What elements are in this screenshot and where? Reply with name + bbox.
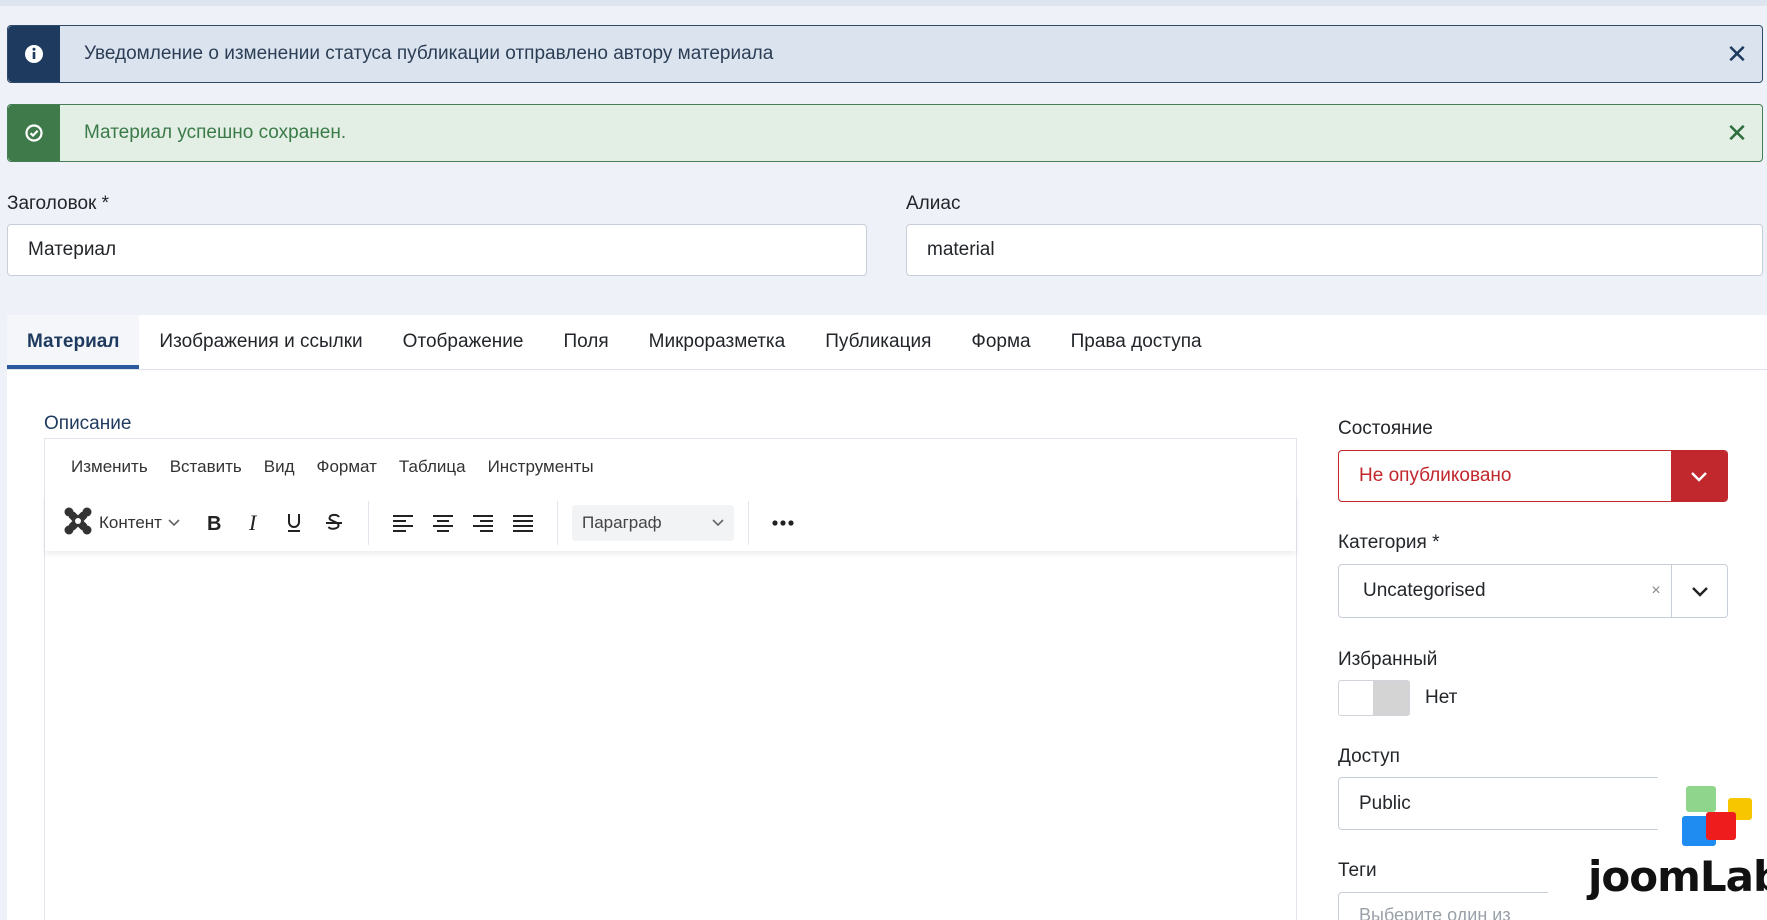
rich-text-editor: Изменить Вставить Вид Формат Таблица Инс…: [44, 438, 1297, 920]
access-label: Доступ: [1338, 746, 1400, 767]
strikethrough-icon[interactable]: [314, 503, 354, 543]
joomla-icon: [63, 506, 93, 541]
svg-text:B: B: [207, 513, 221, 533]
more-icon[interactable]: [763, 503, 803, 543]
align-left-icon[interactable]: [383, 503, 423, 543]
align-center-icon[interactable]: [423, 503, 463, 543]
svg-text:I: I: [248, 513, 258, 533]
toggle-knob: [1373, 681, 1409, 715]
menu-insert[interactable]: Вставить: [170, 457, 242, 477]
toolbar-separator: [556, 501, 558, 545]
editor-menubar: Изменить Вставить Вид Формат Таблица Инс…: [45, 439, 616, 495]
toolbar-separator: [367, 501, 369, 545]
tab-form[interactable]: Форма: [951, 315, 1050, 369]
info-alert-message: Уведомление о изменении статуса публикац…: [84, 43, 774, 64]
tags-input[interactable]: Выберите один из: [1338, 892, 1548, 920]
featured-label: Избранный: [1338, 649, 1438, 670]
logo-square: [1706, 812, 1736, 840]
logo-square: [1686, 786, 1716, 812]
logo-text: joomLab: [1588, 852, 1767, 901]
info-alert-close-button[interactable]: ✕: [1712, 39, 1762, 70]
tab-publishing[interactable]: Публикация: [805, 315, 951, 369]
description-label: Описание: [44, 413, 132, 434]
top-divider: [0, 0, 1767, 6]
menu-view[interactable]: Вид: [264, 457, 295, 477]
tab-display[interactable]: Отображение: [383, 315, 544, 369]
status-select[interactable]: Не опубликовано: [1338, 450, 1728, 502]
paragraph-format-value: Параграф: [581, 513, 662, 532]
info-alert: Уведомление о изменении статуса публикац…: [7, 25, 1763, 83]
tab-article[interactable]: Материал: [7, 315, 140, 369]
content-button[interactable]: Контент: [45, 503, 180, 543]
title-input[interactable]: Материал: [7, 224, 867, 276]
joomlab-watermark: joomLab: [1588, 786, 1767, 906]
success-alert-close-button[interactable]: ✕: [1712, 118, 1762, 149]
alias-input[interactable]: material: [906, 224, 1763, 276]
menu-format[interactable]: Формат: [317, 457, 377, 477]
chevron-down-icon: [712, 519, 724, 527]
status-label: Состояние: [1338, 418, 1433, 439]
align-justify-icon[interactable]: [503, 503, 543, 543]
success-alert: Материал успешно сохранен. ✕: [7, 104, 1763, 162]
tab-schema[interactable]: Микроразметка: [629, 315, 806, 369]
content-button-label: Контент: [99, 513, 162, 532]
italic-icon[interactable]: I: [234, 503, 274, 543]
menu-table[interactable]: Таблица: [399, 457, 466, 477]
underline-icon[interactable]: [274, 503, 314, 543]
access-value: Public: [1359, 792, 1411, 814]
info-icon: [8, 26, 60, 82]
title-label: Заголовок *: [7, 193, 110, 214]
tab-permissions[interactable]: Права доступа: [1051, 315, 1222, 369]
tab-bar: Материал Изображения и ссылки Отображени…: [7, 315, 1767, 370]
menu-tools[interactable]: Инструменты: [488, 457, 594, 477]
category-select[interactable]: Uncategorised ×: [1338, 564, 1728, 618]
status-value: Не опубликовано: [1359, 465, 1512, 486]
chevron-down-icon: [1671, 565, 1727, 617]
check-circle-icon: [8, 105, 60, 161]
editor-toolbar: Контент B I Параграф: [45, 495, 1296, 551]
featured-value: Нет: [1425, 687, 1458, 708]
category-label: Категория *: [1338, 532, 1440, 553]
menu-edit[interactable]: Изменить: [71, 457, 148, 477]
align-right-icon[interactable]: [463, 503, 503, 543]
alias-label: Алиас: [906, 193, 961, 214]
chevron-down-icon: [1671, 451, 1727, 501]
tab-fields[interactable]: Поля: [543, 315, 628, 369]
bold-icon[interactable]: B: [194, 503, 234, 543]
tab-images-links[interactable]: Изображения и ссылки: [139, 315, 382, 369]
category-clear-button[interactable]: ×: [1641, 582, 1671, 600]
success-alert-message: Материал успешно сохранен.: [84, 122, 347, 143]
tags-label: Теги: [1338, 860, 1377, 881]
featured-toggle[interactable]: [1338, 680, 1410, 716]
toolbar-separator: [747, 501, 749, 545]
category-value: Uncategorised: [1363, 580, 1486, 601]
chevron-down-icon: [168, 519, 180, 527]
paragraph-format-select[interactable]: Параграф: [571, 505, 734, 541]
